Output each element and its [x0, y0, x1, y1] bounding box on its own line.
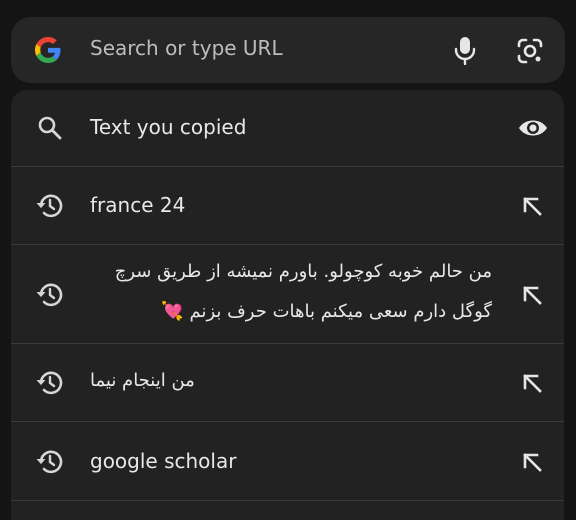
arrow-up-left-icon[interactable] — [517, 280, 547, 310]
history-icon — [35, 191, 65, 221]
suggestion-history[interactable]: من حالم خوبه کوچولو. باورم نمیشه از طریق… — [11, 245, 564, 344]
arrow-up-left-icon[interactable] — [517, 447, 547, 477]
suggestion-text: من اینجام نیما — [90, 370, 195, 391]
history-icon — [35, 280, 65, 310]
suggestion-list: Text you copied france 24 من حالم خوبه ک… — [11, 90, 564, 520]
history-icon — [35, 368, 65, 398]
suggestion-text-line1: من حالم خوبه کوچولو. باورم نمیشه از طریق… — [114, 261, 492, 282]
suggestion-history[interactable]: google scholar — [11, 422, 564, 501]
microphone-icon[interactable] — [451, 35, 479, 65]
suggestion-text: france 24 — [90, 193, 186, 217]
camera-lens-icon[interactable] — [516, 37, 544, 65]
search-input[interactable]: Search or type URL — [90, 36, 283, 60]
google-g-icon — [35, 37, 61, 63]
suggestion-history[interactable]: من اینجام نیما — [11, 344, 564, 422]
suggestion-text-line2: گوگل دارم سعی میکنم باهات حرف بزنم 💘 — [161, 301, 492, 322]
omnibox[interactable]: Search or type URL — [11, 17, 565, 83]
search-icon — [35, 113, 65, 143]
suggestion-history[interactable]: france 24 — [11, 167, 564, 245]
history-icon — [35, 447, 65, 477]
suggestion-text: google scholar — [90, 449, 237, 473]
eye-icon[interactable] — [517, 113, 547, 143]
arrow-up-left-icon[interactable] — [517, 368, 547, 398]
arrow-up-left-icon[interactable] — [517, 191, 547, 221]
suggestion-text: Text you copied — [90, 115, 247, 139]
suggestion-clipboard[interactable]: Text you copied — [11, 90, 564, 167]
